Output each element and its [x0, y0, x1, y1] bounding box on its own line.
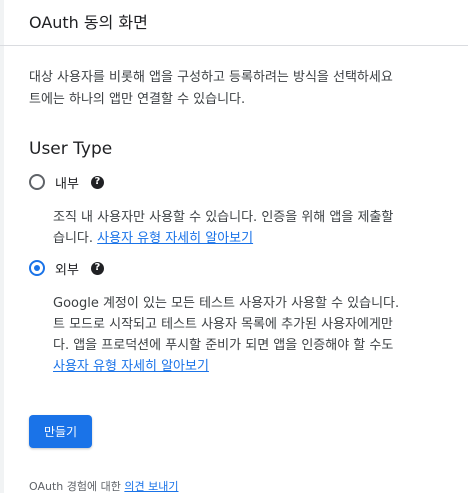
feedback-prefix: OAuth 경험에 대한 — [29, 480, 125, 493]
internal-description: 조직 내 사용자만 사용할 수 있습니다. 인증을 위해 앱을 제출할 습니다.… — [53, 207, 468, 249]
page-title: OAuth 동의 화면 — [29, 13, 148, 32]
intro-line-1: 대상 사용자를 비롯해 앱을 구성하고 등록하려는 방식을 선택하세요 — [29, 70, 393, 85]
external-desc-line-4: 사용자 유형 자세히 알아보기 — [53, 356, 468, 377]
external-learn-more-link[interactable]: 사용자 유형 자세히 알아보기 — [53, 359, 209, 374]
external-desc-line-2: 트 모드로 시작되고 테스트 사용자 목록에 추가된 사용자에게만 — [53, 317, 393, 332]
external-description: Google 계정이 있는 모든 테스트 사용자가 사용할 수 있습니다. 트 … — [53, 293, 468, 377]
internal-desc-line-1: 조직 내 사용자만 사용할 수 있습니다. 인증을 위해 앱을 제출할 — [53, 210, 394, 225]
internal-radio[interactable] — [29, 174, 45, 190]
external-radio[interactable] — [29, 260, 45, 276]
intro-line-2: 트에는 하나의 앱만 연결할 수 있습니다. — [29, 92, 246, 107]
internal-desc-line-2: 습니다. 사용자 유형 자세히 알아보기 — [53, 228, 468, 249]
help-icon[interactable]: ? — [90, 261, 104, 275]
option-external[interactable]: 외부 ? — [29, 258, 104, 278]
feedback-footer: OAuth 경험에 대한 의견 보내기 — [29, 478, 178, 494]
internal-label[interactable]: 내부 — [55, 173, 79, 192]
intro-text: 대상 사용자를 비롯해 앱을 구성하고 등록하려는 방식을 선택하세요 트에는 … — [29, 67, 468, 111]
option-internal[interactable]: 내부 ? — [29, 172, 104, 192]
send-feedback-link[interactable]: 의견 보내기 — [124, 480, 178, 493]
create-button[interactable]: 만들기 — [29, 415, 92, 448]
page-header: OAuth 동의 화면 — [0, 0, 468, 46]
internal-desc-prefix: 습니다. — [53, 231, 98, 246]
external-desc-line-1: Google 계정이 있는 모든 테스트 사용자가 사용할 수 있습니다. — [53, 296, 400, 311]
external-label[interactable]: 외부 — [55, 259, 79, 278]
external-desc-line-3: 다. 앱을 프로덕션에 푸시할 준비가 되면 앱을 인증해야 할 수도 — [53, 338, 394, 353]
user-type-title: User Type — [29, 139, 113, 159]
help-icon[interactable]: ? — [90, 175, 104, 189]
internal-learn-more-link[interactable]: 사용자 유형 자세히 알아보기 — [97, 231, 253, 246]
left-rule — [0, 0, 4, 493]
